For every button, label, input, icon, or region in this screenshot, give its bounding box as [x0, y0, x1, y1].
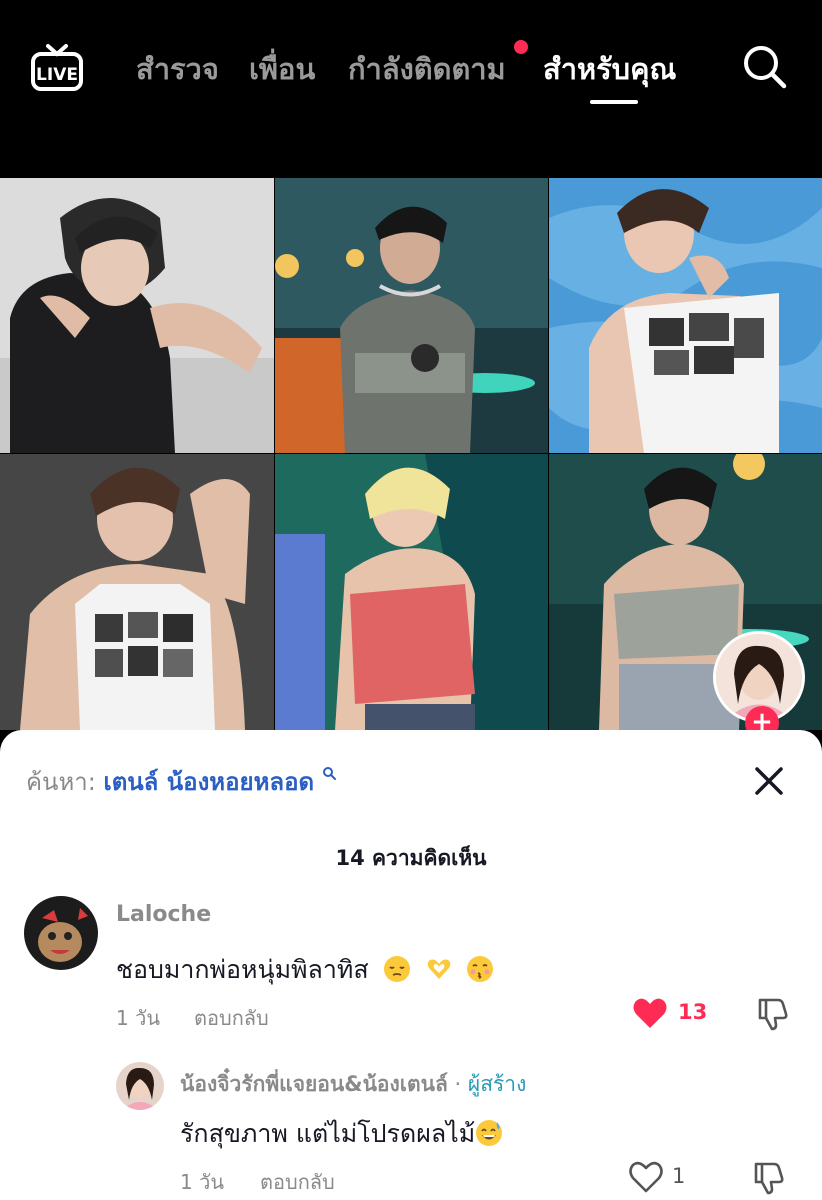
comments-count-number: 14 [335, 846, 365, 870]
creator-reply-avatar[interactable] [116, 1062, 164, 1110]
kissing-face-icon [467, 956, 494, 982]
search-icon[interactable] [740, 42, 788, 90]
creator-tag: ผู้สร้าง [467, 1072, 527, 1096]
live-tv-icon[interactable]: LIVE [30, 40, 84, 92]
close-icon[interactable] [752, 764, 786, 798]
top-navigation-bar: LIVE สำรวจ เพื่อน กำลังติดตาม สำหรับคุณ [0, 0, 822, 178]
pensive-face-icon [383, 956, 410, 982]
photo-tile-1[interactable] [0, 178, 274, 453]
photo-tile-2[interactable] [275, 178, 548, 453]
reply-like-count: 1 [672, 1164, 686, 1188]
comment-body: ชอบมากพ่อหนุ่มพิลาทิส [116, 955, 369, 984]
photo-tile-4[interactable] [0, 454, 274, 730]
reply-dislike-icon[interactable] [750, 1160, 786, 1196]
tab-following[interactable]: กำลังติดตาม [348, 46, 506, 92]
heart-hands-icon [427, 959, 450, 979]
separator-dot: · [454, 1072, 462, 1096]
grinning-sweat-icon [476, 1120, 503, 1146]
reply-reply-button[interactable]: ตอบกลับ [260, 1166, 335, 1198]
reply-text: รักสุขภาพ แต่ไม่โปรดผลไม้ [180, 1114, 503, 1154]
comment-time: 1 วัน [116, 1006, 160, 1030]
comments-count-label: ความคิดเห็น [372, 846, 487, 870]
like-count: 13 [678, 1000, 708, 1024]
tab-explore[interactable]: สำรวจ [136, 46, 219, 92]
search-suggestion[interactable]: ค้นหา: เตนล์ น้องหอยหลอด [26, 762, 336, 801]
reply-body: รักสุขภาพ แต่ไม่โปรดผลไม้ [180, 1119, 476, 1148]
photo-grid [0, 178, 822, 730]
search-prefix: ค้นหา: [26, 768, 96, 796]
notification-dot [514, 40, 528, 54]
search-query-icon [322, 767, 336, 780]
comments-sheet: ค้นหา: เตนล์ น้องหอยหลอด 14 ความคิดเห็น … [0, 730, 822, 1200]
photo-tile-3[interactable] [549, 178, 822, 453]
comments-count-header: 14 ความคิดเห็น [0, 842, 822, 875]
reply-username-row: น้องจิ๋วรักพี่แจยอน&น้องเตนล์ · ผู้สร้าง [180, 1068, 526, 1101]
comment-username[interactable]: Laloche [116, 902, 211, 927]
reply-button[interactable]: ตอบกลับ [194, 1002, 269, 1034]
live-label: LIVE [36, 65, 78, 85]
reply-username[interactable]: น้องจิ๋วรักพี่แจยอน&น้องเตนล์ [180, 1072, 448, 1096]
heart-outline-icon[interactable] [628, 1160, 664, 1194]
tab-friends[interactable]: เพื่อน [249, 46, 315, 92]
comment-text: ชอบมากพ่อหนุ่มพิลาทิส [116, 950, 494, 990]
active-tab-indicator [590, 100, 638, 104]
commenter-avatar[interactable] [24, 896, 98, 970]
dislike-icon[interactable] [754, 996, 790, 1032]
search-query-link[interactable]: เตนล์ น้องหอยหลอด [103, 768, 314, 796]
tab-for-you[interactable]: สำหรับคุณ [543, 46, 676, 92]
reply-time: 1 วัน [180, 1170, 224, 1194]
photo-tile-5[interactable] [275, 454, 548, 730]
heart-filled-icon[interactable] [632, 996, 668, 1030]
